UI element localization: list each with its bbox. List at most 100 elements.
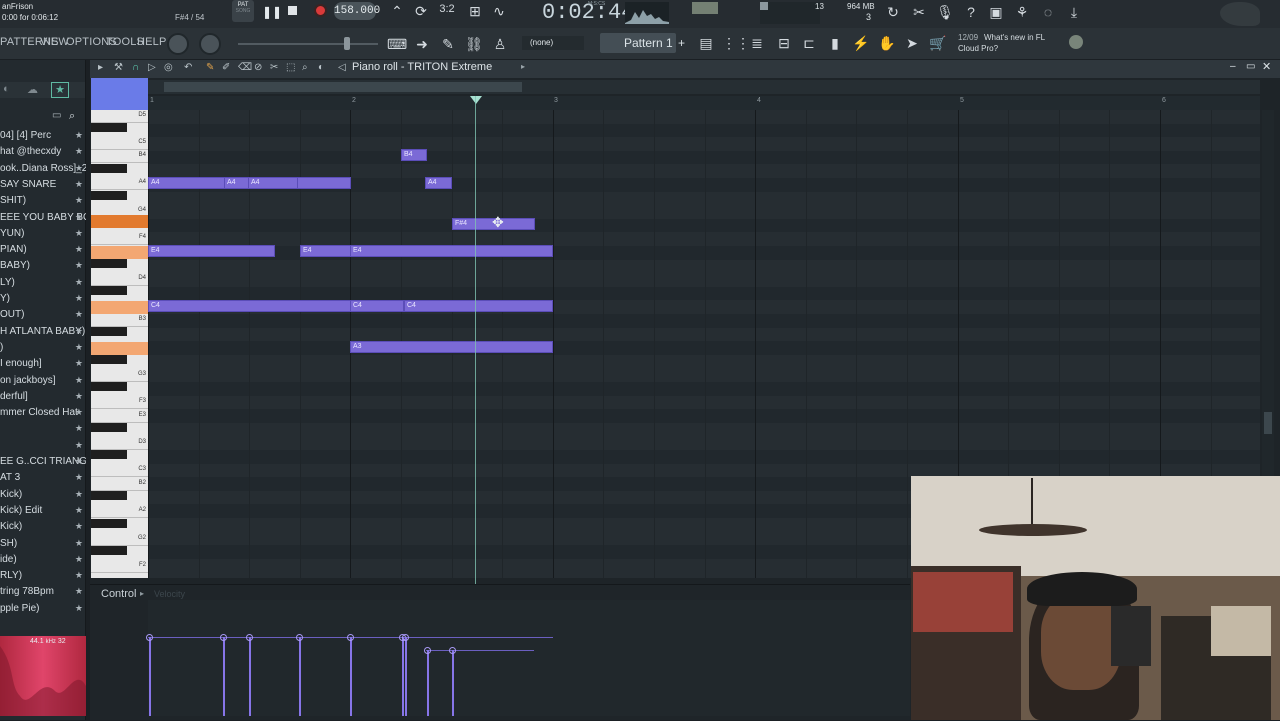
browser-item[interactable]: OUT) ★ bbox=[0, 309, 86, 325]
pat-song-toggle[interactable]: PAT SONG bbox=[232, 0, 254, 22]
star-icon[interactable]: ★ bbox=[75, 358, 83, 369]
browser-item[interactable]: H ATLANTA BABY) ★ bbox=[0, 326, 86, 342]
browser-back-icon[interactable]: ◐ bbox=[3, 83, 10, 95]
piano-keyboard[interactable]: D5C5B4A4G4F4E4D4C4B3A3G3F3E3D3C3B2A2G2F2 bbox=[91, 110, 148, 578]
playlist-icon[interactable]: ▤ bbox=[697, 35, 715, 52]
overview-scrollbar[interactable] bbox=[148, 80, 1260, 94]
velocity-handle[interactable] bbox=[402, 634, 409, 641]
browser-item[interactable]: hat @thecxdy ★ bbox=[0, 146, 86, 162]
note-block[interactable]: E4 bbox=[350, 245, 553, 257]
note-block[interactable]: E4 bbox=[300, 245, 352, 257]
piano-key[interactable]: D3 bbox=[91, 436, 148, 450]
velocity-bar[interactable] bbox=[350, 637, 352, 716]
arrow-icon[interactable]: ▸ bbox=[98, 62, 103, 73]
velocity-bar[interactable] bbox=[299, 637, 301, 716]
tempo-display[interactable]: 158.000 bbox=[334, 2, 380, 20]
piano-key[interactable]: G2 bbox=[91, 532, 148, 546]
star-icon[interactable]: ★ bbox=[75, 195, 83, 206]
black-key[interactable] bbox=[91, 355, 127, 364]
delete-tool-icon[interactable]: ⌫ bbox=[238, 62, 252, 73]
control-label[interactable]: Control bbox=[101, 588, 136, 600]
step-edit-icon[interactable]: ⊞ bbox=[466, 3, 484, 20]
undo-history-icon[interactable]: ↻ bbox=[884, 4, 902, 21]
mixer-tools-icon[interactable]: ✂ bbox=[910, 4, 928, 21]
mixer-icon[interactable]: ≣ bbox=[748, 35, 766, 52]
velocity-handle[interactable] bbox=[296, 634, 303, 641]
velocity-bar[interactable] bbox=[249, 637, 251, 716]
search-icon[interactable]: ⌕ bbox=[69, 110, 75, 123]
record-icon[interactable]: ◎ bbox=[164, 62, 173, 73]
browser-item[interactable]: ook..Diana Ross]_2 ★ bbox=[0, 163, 86, 179]
keyboard-icon[interactable]: ⌨ bbox=[387, 36, 407, 53]
browser-item[interactable]: SAY SNARE ★ bbox=[0, 179, 86, 195]
browser-item[interactable]: pple Pie) ★ bbox=[0, 603, 86, 619]
draw-tool-icon[interactable]: ✎ bbox=[206, 62, 214, 73]
black-key[interactable] bbox=[91, 546, 127, 555]
select-tool-icon[interactable]: ⬚ bbox=[286, 62, 295, 73]
help-icon[interactable]: ? bbox=[962, 4, 980, 20]
countdown-icon[interactable]: 3:2 bbox=[438, 3, 456, 15]
browser-item[interactable]: ★ bbox=[0, 423, 86, 439]
control-param[interactable]: Velocity bbox=[154, 589, 185, 599]
note-block[interactable]: C4 bbox=[350, 300, 404, 312]
star-icon[interactable]: ★ bbox=[75, 228, 83, 239]
stop-button[interactable] bbox=[288, 6, 297, 15]
velocity-bar[interactable] bbox=[223, 637, 225, 716]
plugin-icon[interactable]: ⚘ bbox=[1013, 4, 1031, 21]
play-icon[interactable]: ▷ bbox=[148, 62, 156, 73]
black-key[interactable] bbox=[91, 123, 127, 132]
pencil-icon[interactable]: ✎ bbox=[439, 36, 457, 53]
browser-item[interactable]: Y) ★ bbox=[0, 293, 86, 309]
magnet-icon[interactable]: ∩ bbox=[132, 62, 139, 73]
arrow-right-icon[interactable]: ➜ bbox=[413, 36, 431, 53]
microphone-icon[interactable]: 🎙 bbox=[936, 4, 954, 21]
star-icon[interactable]: ★ bbox=[75, 342, 83, 353]
folder-icon[interactable]: ▭ bbox=[52, 110, 61, 121]
browser-item[interactable]: Kick) ★ bbox=[0, 521, 86, 537]
piano-key[interactable]: G3 bbox=[91, 368, 148, 382]
browser-item[interactable]: SH) ★ bbox=[0, 538, 86, 554]
menu-view[interactable]: VIEW bbox=[40, 36, 69, 48]
star-icon[interactable]: ★ bbox=[75, 538, 83, 549]
piano-key[interactable]: C3 bbox=[91, 463, 148, 477]
star-icon[interactable]: ★ bbox=[75, 554, 83, 565]
play-button[interactable]: ❚❚ bbox=[262, 5, 282, 19]
star-icon[interactable]: ★ bbox=[75, 391, 83, 402]
black-key[interactable] bbox=[91, 519, 127, 528]
add-pattern-button[interactable]: + bbox=[678, 36, 685, 50]
browser-item[interactable]: 04] [4] Perc ★ bbox=[0, 130, 86, 146]
piano-key[interactable]: F3 bbox=[91, 395, 148, 409]
browser-item[interactable]: BABY) ★ bbox=[0, 260, 86, 276]
browser-item[interactable]: YUN) ★ bbox=[0, 228, 86, 244]
piano-key[interactable]: F4 bbox=[91, 231, 148, 245]
piano-key[interactable]: C5 bbox=[91, 136, 148, 150]
save-icon[interactable]: ▣ bbox=[987, 4, 1005, 21]
piano-roll-icon[interactable]: ⊟ bbox=[775, 35, 793, 52]
star-icon[interactable]: ★ bbox=[75, 440, 83, 451]
velocity-lane[interactable] bbox=[148, 600, 910, 716]
close-icon[interactable]: ✕ bbox=[1262, 60, 1271, 73]
news-title-2[interactable]: Cloud Pro? bbox=[958, 44, 998, 53]
velocity-handle[interactable] bbox=[449, 647, 456, 654]
star-icon[interactable]: ★ bbox=[75, 293, 83, 304]
star-icon[interactable]: ★ bbox=[75, 130, 83, 141]
piano-key[interactable]: A2 bbox=[91, 504, 148, 518]
piano-key[interactable]: B4 bbox=[91, 149, 148, 163]
browser-item[interactable]: ★ bbox=[0, 440, 86, 456]
piano-key[interactable]: B3 bbox=[91, 313, 148, 327]
export-icon[interactable]: ⤓ bbox=[1065, 4, 1083, 21]
star-icon[interactable]: ★ bbox=[75, 521, 83, 532]
paint-tool-icon[interactable]: ✐ bbox=[222, 62, 230, 73]
star-icon[interactable]: ★ bbox=[75, 309, 83, 320]
video-icon[interactable]: ➤ bbox=[903, 35, 921, 52]
browser-item[interactable]: ) ★ bbox=[0, 342, 86, 358]
chat-icon[interactable]: ◌ bbox=[1039, 4, 1057, 20]
star-icon[interactable]: ★ bbox=[75, 244, 83, 255]
piano-key[interactable]: B2 bbox=[91, 477, 148, 491]
velocity-handle[interactable] bbox=[220, 634, 227, 641]
account-avatar[interactable] bbox=[1069, 35, 1083, 49]
star-icon[interactable]: ★ bbox=[75, 326, 83, 337]
undo-icon[interactable]: ↶ bbox=[184, 62, 192, 73]
star-icon[interactable]: ★ bbox=[75, 163, 83, 174]
velocity-bar[interactable] bbox=[405, 637, 407, 716]
